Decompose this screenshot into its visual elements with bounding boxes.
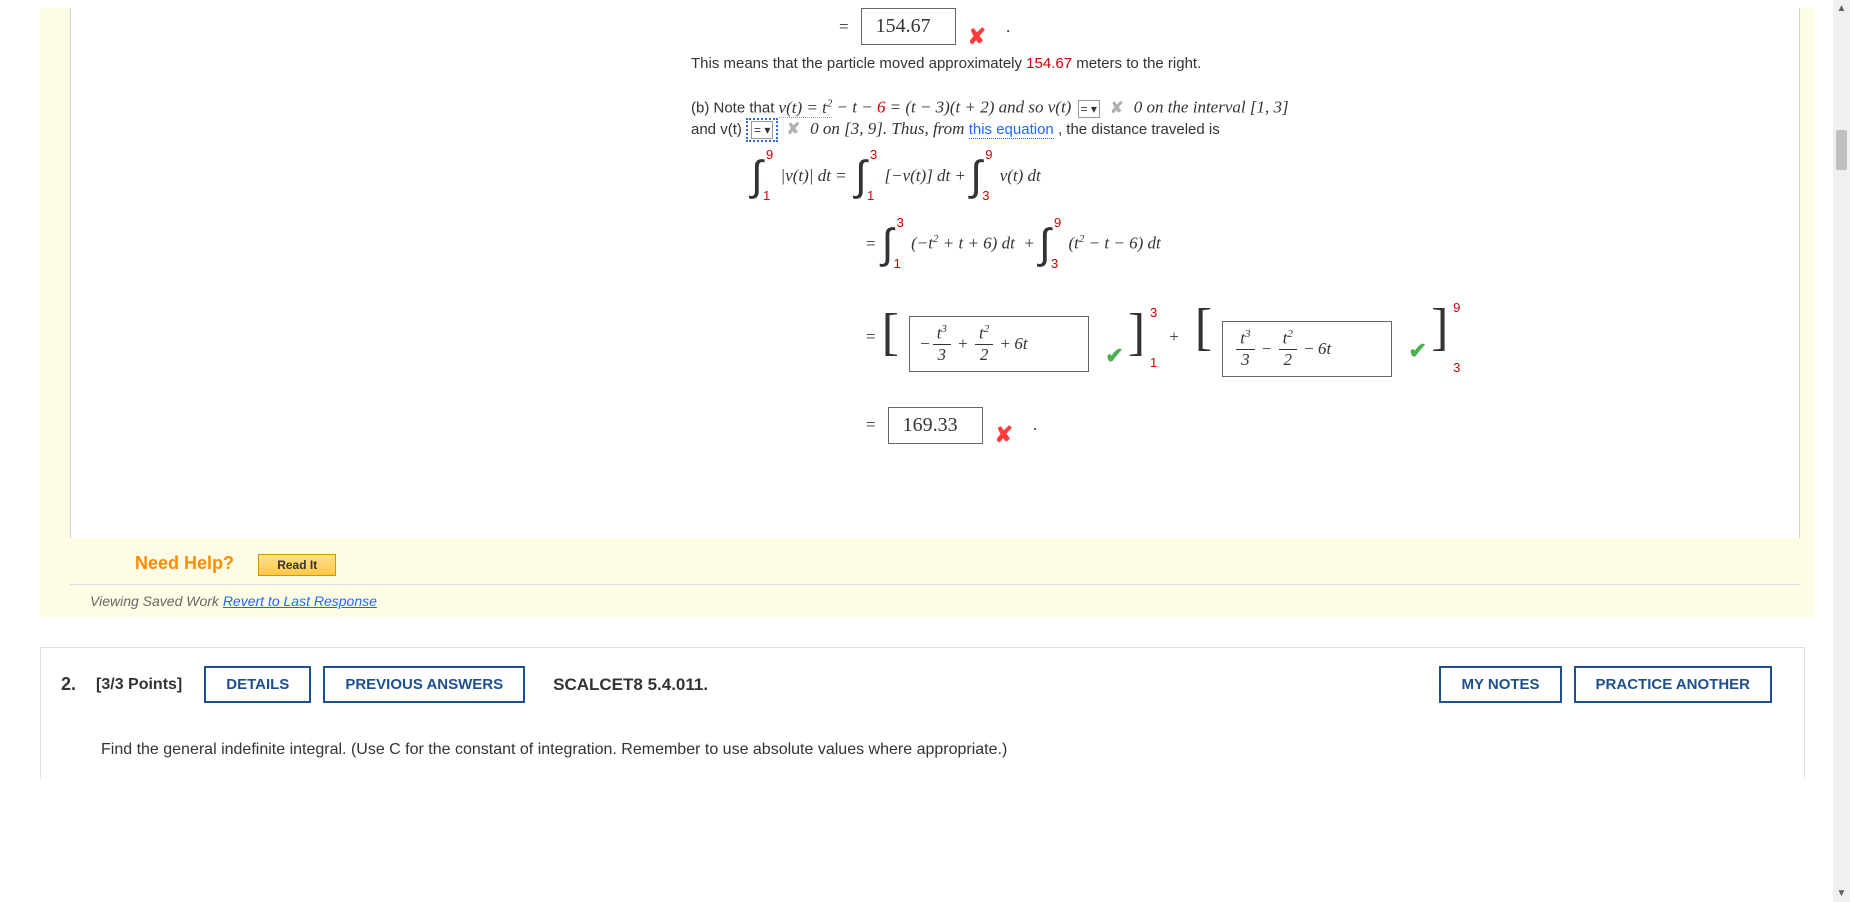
question-1-container: = 154.67 ✘ . This means that the particl… [40,8,1815,617]
incorrect-icon: ✘ [787,121,800,138]
need-help-label: Need Help? [135,553,234,573]
my-notes-button[interactable]: MY NOTES [1439,666,1561,703]
antiderivative-1: [ − t33 + t22 + 6t ✔ ] 3 1 [882,303,1146,372]
question-2-header: 2. [3/3 Points] DETAILS PREVIOUS ANSWERS… [40,647,1805,721]
part-b-text: (b) Note that v(t) = t2 − t − 6 = (t − 3… [691,97,1799,142]
answer-input-1[interactable]: 154.67 [861,8,956,45]
question-1-body: = 154.67 ✘ . This means that the particl… [70,8,1800,538]
integral-symbol: ∫93 [1039,220,1051,268]
details-button[interactable]: DETAILS [204,666,311,703]
antiderivative-2: [ t33 − t22 − 6t ✔ ] 9 3 [1195,298,1449,377]
revert-link[interactable]: Revert to Last Response [223,593,377,609]
equals-sign: = [839,17,849,37]
read-it-button[interactable]: Read It [258,554,336,576]
answer-input-box-1[interactable]: − t33 + t22 + 6t [909,316,1089,372]
question-2-body: Find the general indefinite integral. (U… [40,721,1805,779]
correct-icon: ✔ [1408,338,1426,363]
explanation-text: This means that the particle moved appro… [691,55,1799,72]
question-2-prompt: Find the general indefinite integral. (U… [101,741,1007,758]
scroll-up-arrow[interactable]: ▲ [1833,0,1850,17]
previous-answers-button[interactable]: PREVIOUS ANSWERS [323,666,525,703]
incorrect-icon: ✘ [968,24,986,50]
comparison-dropdown-1[interactable]: = ▾ [1078,100,1100,118]
equals-sign: = [866,415,876,435]
practice-another-button[interactable]: PRACTICE ANOTHER [1574,666,1772,703]
scroll-down-arrow[interactable]: ▼ [1833,885,1850,902]
integral-symbol: ∫93 [970,152,982,200]
saved-work-bar: Viewing Saved Work Revert to Last Respon… [70,584,1800,617]
equation-link[interactable]: this equation [969,121,1054,139]
integral-symbol: ∫31 [855,152,867,200]
comparison-dropdown-2-focused[interactable]: = ▾ [746,118,778,142]
scrollbar-thumb[interactable] [1836,130,1847,170]
incorrect-icon: ✘ [1110,100,1123,117]
integral-symbol: ∫31 [882,220,894,268]
question-points: [3/3 Points] [96,676,182,694]
vertical-scrollbar[interactable]: ▲ ▼ [1833,0,1850,902]
incorrect-icon: ✘ [995,422,1013,448]
integral-symbol: ∫91 [751,152,763,200]
answer-input-box-2[interactable]: t33 − t22 − 6t [1222,321,1392,377]
question-number: 2. [61,674,76,695]
need-help-bar: Need Help? Read It [70,538,1800,584]
assignment-ref: SCALCET8 5.4.011. [553,675,708,695]
correct-icon: ✔ [1105,343,1123,368]
answer-input-2[interactable]: 169.33 [888,407,983,444]
